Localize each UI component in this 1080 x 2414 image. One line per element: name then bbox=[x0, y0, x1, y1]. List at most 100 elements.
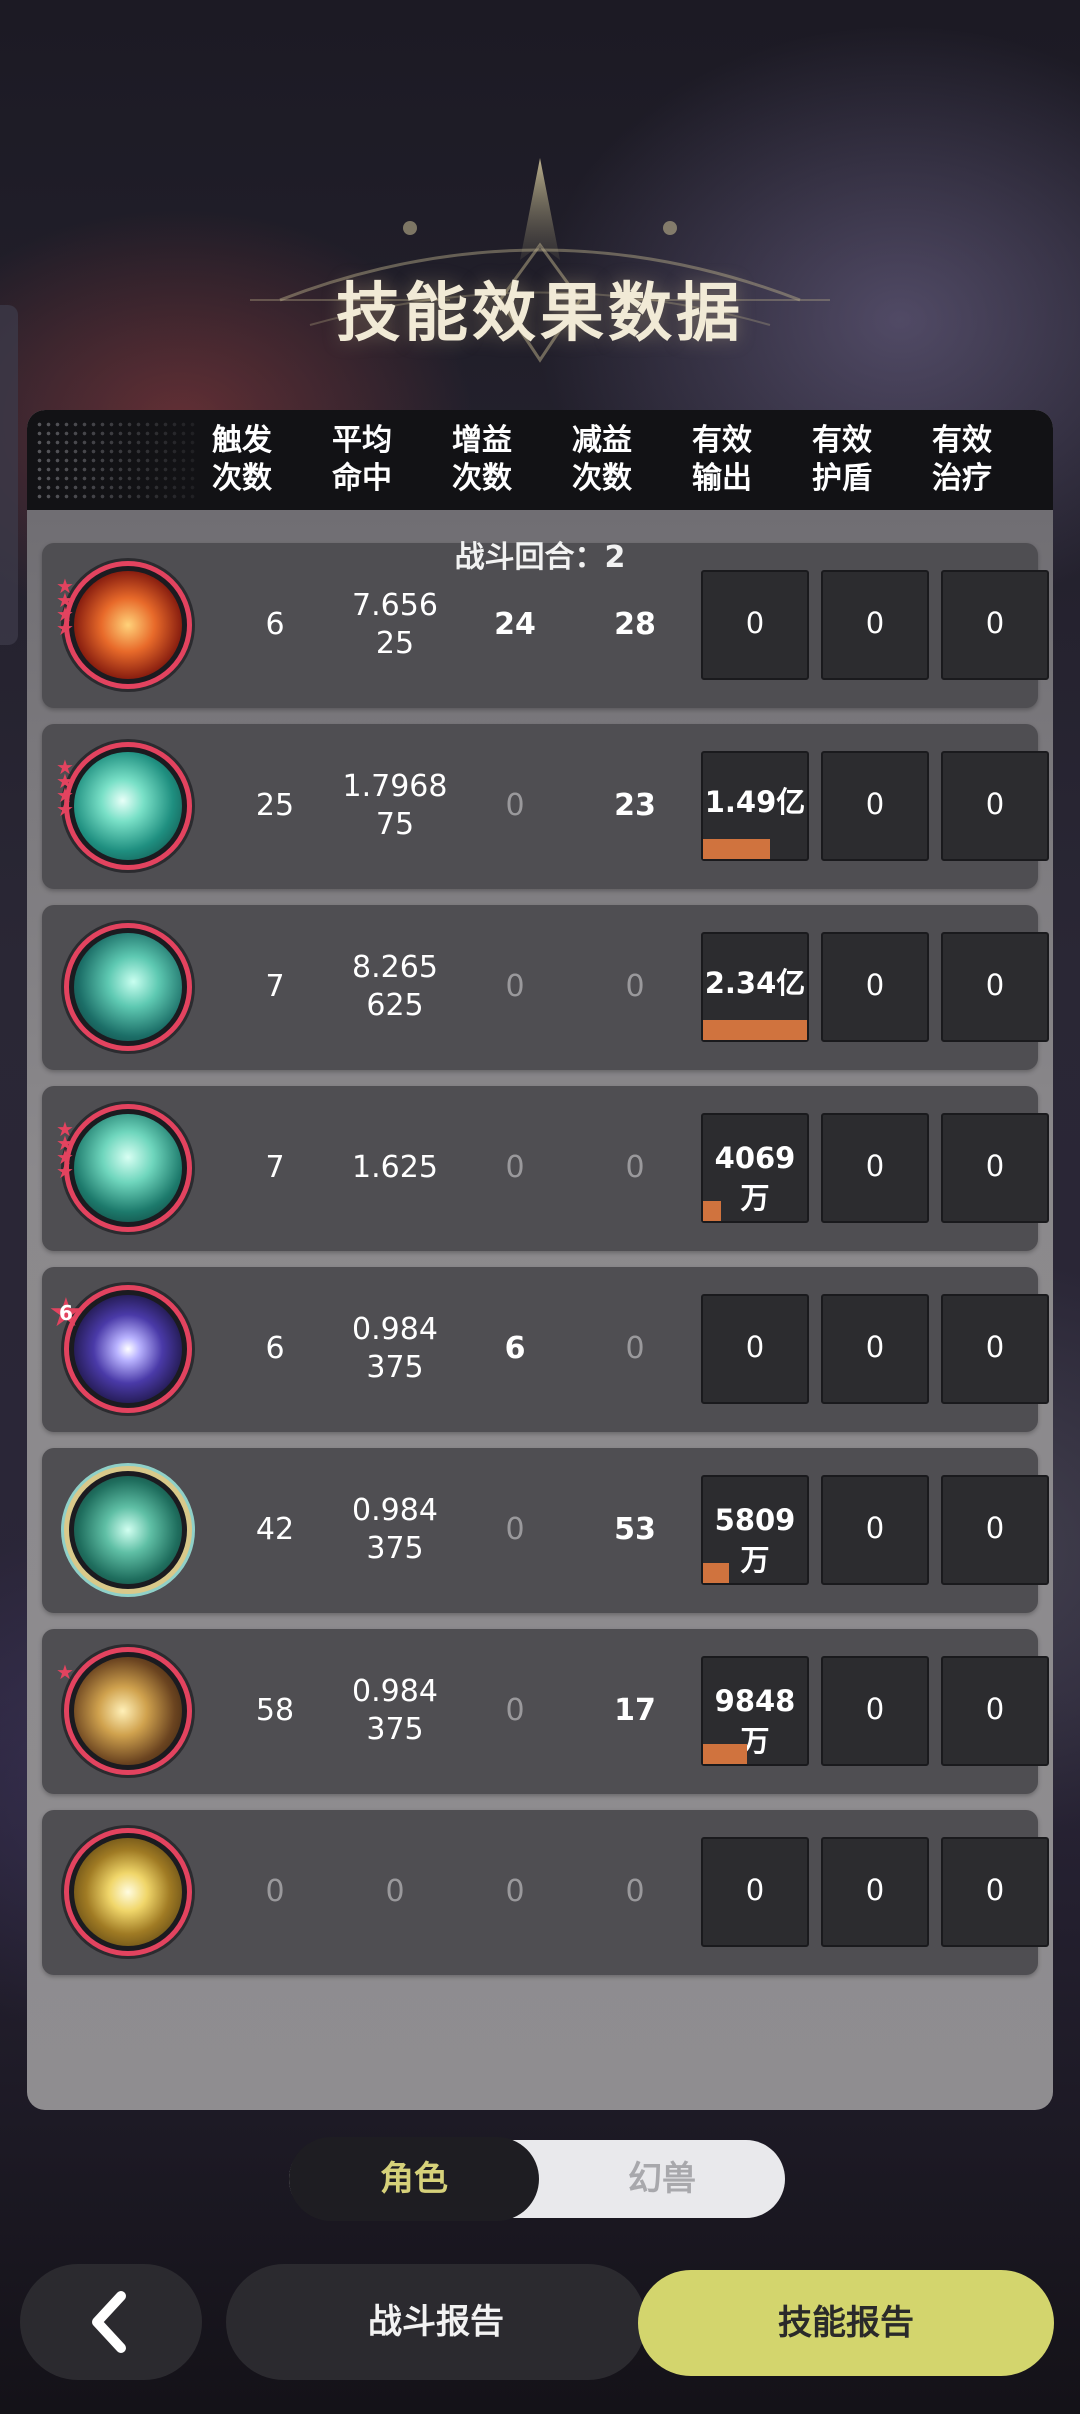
effective-heal-value: 0 bbox=[985, 1511, 1005, 1545]
effective-heal-value: 0 bbox=[985, 1873, 1005, 1907]
effective-output-value: 0 bbox=[745, 1873, 765, 1907]
effective-shield-value: 0 bbox=[865, 1511, 885, 1545]
effective-heal-box: 0 bbox=[941, 1294, 1049, 1404]
effective-heal-box: 0 bbox=[941, 932, 1049, 1042]
effective-heal-box: 0 bbox=[941, 1113, 1049, 1223]
effective-shield-box: 0 bbox=[821, 751, 929, 861]
header-debuff-count: 减益 次数 bbox=[572, 423, 632, 496]
effective-shield-value: 0 bbox=[865, 1149, 885, 1183]
header-effective-shield: 有效 护盾 bbox=[812, 423, 872, 496]
effective-output-value: 0 bbox=[745, 1330, 765, 1364]
star-icon: ★ bbox=[56, 797, 74, 821]
debuff-count: 28 bbox=[614, 607, 656, 642]
table-row[interactable]: ★ ★ ★ ★ 7 1.625 0 0 4069万 0 0 bbox=[42, 1086, 1049, 1251]
effective-shield-value: 0 bbox=[865, 1330, 885, 1364]
light-skill-icon[interactable] bbox=[64, 1828, 192, 1956]
debuff-count: 0 bbox=[625, 1874, 645, 1909]
effective-shield-value: 0 bbox=[865, 1692, 885, 1726]
output-bar bbox=[703, 1563, 729, 1583]
effective-heal-value: 0 bbox=[985, 787, 1005, 821]
battle-report-button[interactable]: 战斗报告 bbox=[226, 2264, 646, 2380]
vortex-skill-icon[interactable] bbox=[64, 742, 192, 870]
table-row[interactable]: 42 0.984 375 0 53 5809万 0 0 bbox=[42, 1448, 1049, 1613]
strike-skill-icon[interactable] bbox=[64, 1647, 192, 1775]
effective-shield-box: 0 bbox=[821, 1837, 929, 1947]
table-row[interactable]: 0000000 bbox=[42, 1810, 1049, 1975]
effective-output-box: 4069万 bbox=[701, 1113, 809, 1223]
effective-output-value: 2.34亿 bbox=[704, 966, 806, 1000]
effective-heal-box: 0 bbox=[941, 1656, 1049, 1766]
effective-output-box: 9848万 bbox=[701, 1656, 809, 1766]
star-rank: ★ bbox=[56, 1660, 80, 1684]
effective-heal-value: 0 bbox=[985, 1692, 1005, 1726]
debuff-count: 0 bbox=[625, 1150, 645, 1185]
battle-round-label: 战斗回合：2 bbox=[454, 540, 626, 575]
debuff-count: 0 bbox=[625, 969, 645, 1004]
debuff-count: 53 bbox=[614, 1512, 656, 1547]
effective-heal-box: 0 bbox=[941, 1475, 1049, 1585]
table-header: 触发 次数 平均 命中 增益 次数 减益 次数 有效 输出 有效 护盾 有效 治… bbox=[27, 410, 1053, 510]
effective-shield-box: 0 bbox=[821, 932, 929, 1042]
chevron-left-icon bbox=[92, 2291, 126, 2353]
effective-shield-box: 0 bbox=[821, 1294, 929, 1404]
header-avg-hit: 平均 命中 bbox=[332, 423, 392, 496]
star-rank: ★ ★ ★ ★ bbox=[56, 757, 80, 821]
level-badge-number: 6 bbox=[59, 1301, 73, 1325]
toggle-role[interactable]: 角色 bbox=[289, 2137, 539, 2221]
header-buff-count: 增益 次数 bbox=[452, 423, 512, 496]
effective-output-box: 0 bbox=[701, 1837, 809, 1947]
effective-shield-box: 0 bbox=[821, 1113, 929, 1223]
effective-output-box: 0 bbox=[701, 570, 809, 680]
explosion-skill-icon[interactable] bbox=[64, 561, 192, 689]
table-row[interactable]: 7 8.265 625 0 0 2.34亿 0 0 bbox=[42, 905, 1049, 1070]
output-bar bbox=[703, 1020, 807, 1040]
skill-data-panel[interactable]: 触发 次数 平均 命中 增益 次数 减益 次数 有效 输出 有效 护盾 有效 治… bbox=[27, 410, 1053, 2110]
effective-output-box: 2.34亿 bbox=[701, 932, 809, 1042]
effective-heal-value: 0 bbox=[985, 1330, 1005, 1364]
effective-shield-value: 0 bbox=[865, 1873, 885, 1907]
effective-shield-box: 0 bbox=[821, 1656, 929, 1766]
back-button[interactable] bbox=[20, 2264, 202, 2380]
effective-output-box: 0 bbox=[701, 1294, 809, 1404]
effective-heal-box: 0 bbox=[941, 751, 1049, 861]
output-bar bbox=[703, 1744, 747, 1764]
effective-shield-value: 0 bbox=[865, 787, 885, 821]
table-row[interactable]: ★ ★ ★ ★ 25 1.7968 75 0 23 1.49亿 0 0 bbox=[42, 724, 1049, 889]
effective-output-value: 0 bbox=[745, 606, 765, 640]
effective-output-value: 1.49亿 bbox=[704, 785, 806, 819]
skill-report-button[interactable]: 技能报告 bbox=[638, 2270, 1054, 2376]
star-icon: ★ bbox=[56, 1159, 74, 1183]
effective-shield-box: 0 bbox=[821, 570, 929, 680]
output-bar bbox=[703, 839, 770, 859]
effective-shield-value: 0 bbox=[865, 606, 885, 640]
debuff-count: 0 bbox=[625, 1331, 645, 1366]
star-icon: ★ bbox=[56, 616, 74, 640]
effective-output-box: 1.49亿 bbox=[701, 751, 809, 861]
wave-skill-icon[interactable] bbox=[64, 1104, 192, 1232]
star-rank: ★ ★ ★ ★ bbox=[56, 576, 80, 640]
output-bar bbox=[703, 1201, 721, 1221]
effective-heal-box: 0 bbox=[941, 1837, 1049, 1947]
page-title: 技能效果数据 bbox=[336, 277, 744, 351]
header-trigger-count: 触发 次数 bbox=[212, 423, 272, 496]
effective-heal-value: 0 bbox=[985, 968, 1005, 1002]
effective-shield-box: 0 bbox=[821, 1475, 929, 1585]
crystal-skill-icon[interactable] bbox=[64, 1466, 192, 1594]
effective-heal-value: 0 bbox=[985, 1149, 1005, 1183]
effective-output-box: 5809万 bbox=[701, 1475, 809, 1585]
role-beast-toggle[interactable]: 角色 幻兽 bbox=[289, 2137, 785, 2221]
wind-skill-icon[interactable] bbox=[64, 923, 192, 1051]
side-edge-tab[interactable] bbox=[0, 305, 18, 645]
table-row[interactable]: ★ 6 6 0.984 375 6 0 0 0 0 bbox=[42, 1267, 1049, 1432]
header-effective-output: 有效 输出 bbox=[692, 423, 752, 496]
header-effective-heal: 有效 治疗 bbox=[932, 423, 992, 496]
effective-heal-value: 0 bbox=[985, 606, 1005, 640]
debuff-count: 23 bbox=[614, 788, 656, 823]
level-badge: ★ 6 bbox=[48, 1293, 84, 1333]
toggle-beast[interactable]: 幻兽 bbox=[539, 2140, 785, 2218]
star-rank: ★ ★ ★ ★ bbox=[56, 1119, 80, 1183]
effective-heal-box: 0 bbox=[941, 570, 1049, 680]
star-icon: ★ bbox=[56, 1660, 74, 1684]
table-row[interactable]: ★ 58 0.984 375 0 17 9848万 0 0 bbox=[42, 1629, 1049, 1794]
debuff-count: 17 bbox=[614, 1693, 656, 1728]
